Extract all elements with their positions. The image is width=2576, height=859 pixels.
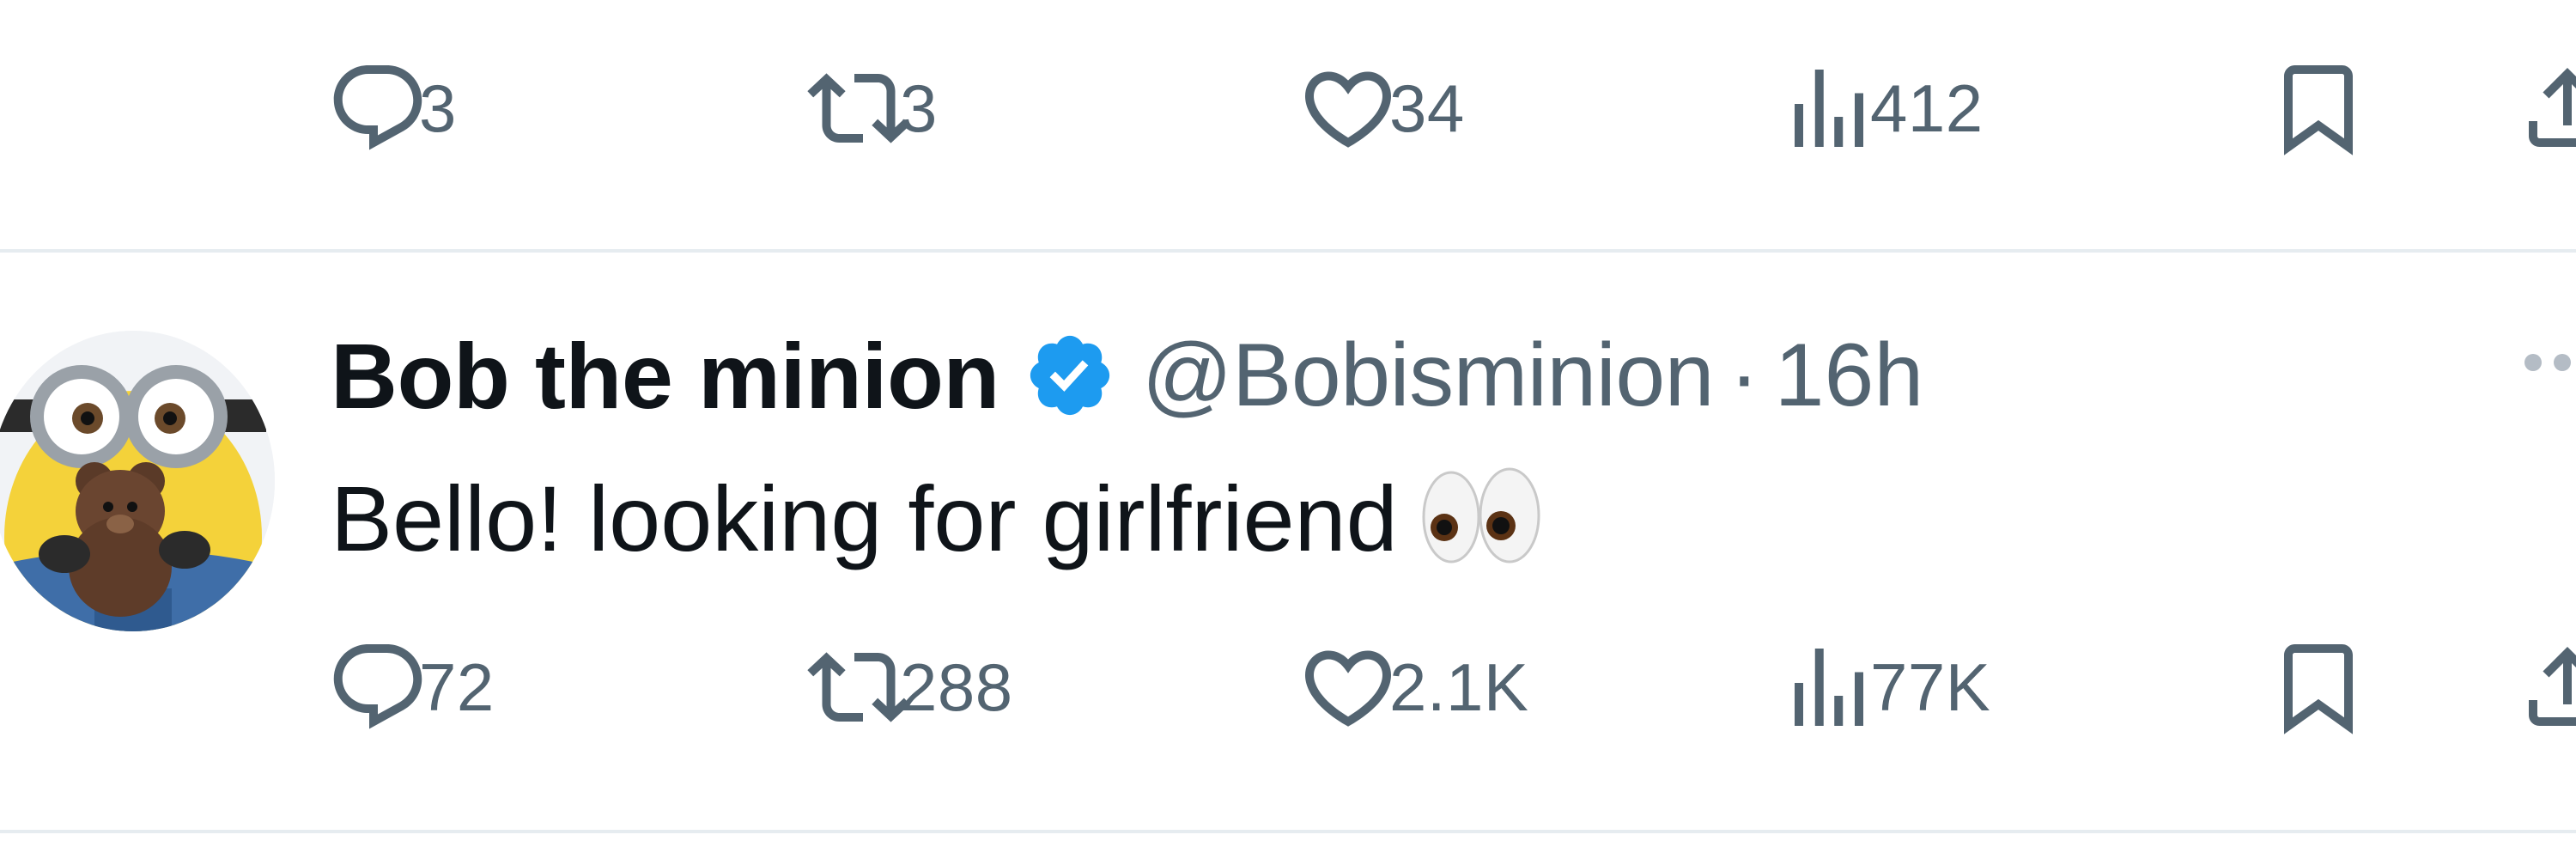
display-name[interactable]: Bob the minion	[331, 322, 999, 430]
view-count: 412	[1870, 70, 1984, 146]
views-icon	[1777, 57, 1880, 160]
bookmark-button[interactable]	[2267, 636, 2370, 739]
more-dot	[2524, 354, 2542, 371]
share-icon	[2516, 57, 2576, 160]
views-icon	[1777, 636, 1880, 739]
views-button[interactable]: 412	[1777, 57, 1984, 160]
eyes-emoji-icon	[1419, 464, 1544, 588]
repost-icon	[807, 57, 910, 160]
like-button[interactable]: 2.1K	[1297, 636, 1528, 739]
verified-badge-icon[interactable]	[1024, 329, 1116, 422]
user-handle[interactable]: @Bobisminion	[1142, 325, 1715, 427]
bookmark-button[interactable]	[2267, 57, 2370, 160]
avatar[interactable]	[0, 331, 275, 631]
repost-button[interactable]: 3	[807, 57, 938, 160]
previous-tweet-action-bar: 3 3 34 412	[0, 57, 2576, 160]
more-icon[interactable]	[2524, 354, 2571, 371]
reply-count: 3	[419, 70, 457, 146]
views-button[interactable]: 77K	[1777, 636, 1990, 739]
tweet-text: Bello! looking for girlfriend	[331, 464, 1544, 588]
reply-icon	[326, 57, 429, 160]
view-count: 77K	[1870, 649, 1991, 725]
heart-icon	[1297, 636, 1400, 739]
tweet-action-bar: 72 288 2.1K 77K	[0, 636, 2576, 739]
tweet-time[interactable]: 16h	[1775, 325, 1924, 427]
reply-button[interactable]: 72	[326, 636, 495, 739]
bookmark-icon	[2267, 636, 2370, 739]
bookmark-icon	[2267, 57, 2370, 160]
header-separator: ·	[1729, 325, 1759, 425]
like-button[interactable]: 34	[1297, 57, 1465, 160]
tweet-body: Bello! looking for girlfriend	[331, 466, 1398, 571]
share-icon	[2516, 636, 2576, 739]
reply-button[interactable]: 3	[326, 57, 457, 160]
repost-icon	[807, 636, 910, 739]
tweet-header: Bob the minion @Bobisminion · 16h	[331, 320, 1923, 431]
reply-icon	[326, 636, 429, 739]
like-count: 34	[1389, 70, 1465, 146]
tweet-divider	[0, 249, 2576, 253]
share-button[interactable]	[2516, 636, 2576, 739]
repost-count: 288	[900, 649, 1013, 725]
repost-button[interactable]: 288	[807, 636, 1013, 739]
reply-count: 72	[419, 649, 495, 725]
tweet-divider	[0, 830, 2576, 833]
more-dot	[2554, 354, 2571, 371]
share-button[interactable]	[2516, 57, 2576, 160]
heart-icon	[1297, 57, 1400, 160]
repost-count: 3	[900, 70, 938, 146]
like-count: 2.1K	[1389, 649, 1529, 725]
